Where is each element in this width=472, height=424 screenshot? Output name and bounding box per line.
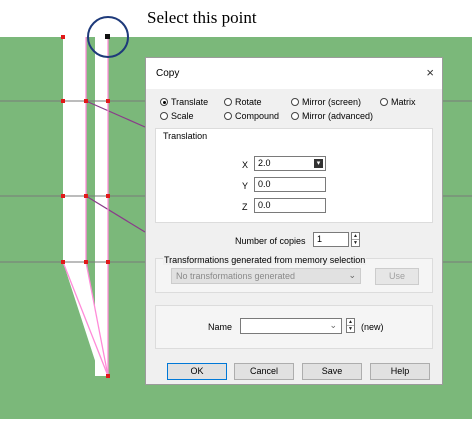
dialog-title: Copy bbox=[156, 68, 180, 79]
memory-select[interactable]: No transformations generated ⌄ bbox=[171, 268, 361, 284]
y-value: 0.0 bbox=[258, 179, 271, 189]
save-button[interactable]: Save bbox=[302, 363, 362, 380]
node-point[interactable] bbox=[106, 374, 110, 378]
name-label: Name bbox=[208, 322, 233, 332]
z-input[interactable]: 0.0 bbox=[254, 198, 326, 213]
radio-label: Translate bbox=[171, 97, 209, 107]
radio-indicator[interactable] bbox=[224, 112, 232, 120]
radio-rotate[interactable]: Rotate bbox=[224, 97, 262, 107]
radio-label: Scale bbox=[171, 111, 194, 121]
ok-button[interactable]: OK bbox=[167, 363, 227, 380]
help-button[interactable]: Help bbox=[370, 363, 430, 380]
copy-dialog: Copy × Translate Rotate Mirror (screen) … bbox=[145, 57, 443, 385]
node-point[interactable] bbox=[61, 260, 65, 264]
radio-indicator[interactable] bbox=[160, 112, 168, 120]
radio-scale[interactable]: Scale bbox=[160, 111, 194, 121]
node-point[interactable] bbox=[106, 194, 110, 198]
copies-input[interactable]: 1 bbox=[313, 232, 349, 247]
radio-label: Mirror (screen) bbox=[302, 97, 362, 107]
memory-label: Transformations generated from memory se… bbox=[163, 255, 367, 265]
node-point[interactable] bbox=[61, 35, 65, 39]
radio-indicator[interactable] bbox=[160, 98, 168, 106]
node-point[interactable] bbox=[106, 99, 110, 103]
selected-node-point[interactable] bbox=[105, 34, 110, 39]
name-suffix: (new) bbox=[361, 322, 384, 332]
name-stepper[interactable]: ▲ ▼ bbox=[346, 318, 355, 333]
radio-label: Rotate bbox=[235, 97, 262, 107]
radio-mirror-screen[interactable]: Mirror (screen) bbox=[291, 97, 361, 107]
radio-label: Compound bbox=[235, 111, 280, 121]
radio-translate[interactable]: Translate bbox=[160, 97, 208, 107]
translation-label: Translation bbox=[163, 131, 208, 141]
copies-value: 1 bbox=[317, 234, 323, 244]
spin-down-icon[interactable]: ▼ bbox=[352, 239, 359, 246]
radio-indicator[interactable] bbox=[380, 98, 388, 106]
y-input[interactable]: 0.0 bbox=[254, 177, 326, 192]
chevron-down-icon: ⌄ bbox=[348, 270, 356, 280]
radio-indicator[interactable] bbox=[224, 98, 232, 106]
x-input[interactable]: 2.0 ▾ bbox=[254, 156, 326, 171]
name-select[interactable]: ⌄ bbox=[240, 318, 342, 334]
radio-indicator[interactable] bbox=[291, 112, 299, 120]
use-button[interactable]: Use bbox=[375, 268, 419, 285]
memory-select-value: No transformations generated bbox=[176, 271, 296, 281]
node-point[interactable] bbox=[61, 194, 65, 198]
copies-stepper[interactable]: ▲ ▼ bbox=[351, 232, 360, 247]
close-icon[interactable]: × bbox=[426, 65, 434, 80]
node-point[interactable] bbox=[61, 99, 65, 103]
spin-down-icon[interactable]: ▼ bbox=[347, 325, 354, 332]
node-point[interactable] bbox=[84, 260, 88, 264]
node-point[interactable] bbox=[84, 194, 88, 198]
dialog-titlebar: Copy × bbox=[146, 58, 442, 89]
node-point[interactable] bbox=[84, 99, 88, 103]
radio-label: Mirror (advanced) bbox=[302, 111, 374, 121]
cancel-button[interactable]: Cancel bbox=[234, 363, 294, 380]
y-label: Y bbox=[242, 181, 249, 191]
copies-label: Number of copies bbox=[235, 236, 306, 246]
z-label: Z bbox=[242, 202, 248, 212]
x-value: 2.0 bbox=[258, 158, 271, 168]
white-strip-left bbox=[63, 37, 86, 262]
radio-matrix[interactable]: Matrix bbox=[380, 97, 416, 107]
chevron-down-icon: ⌄ bbox=[329, 320, 337, 330]
x-label: X bbox=[242, 160, 249, 170]
radio-compound[interactable]: Compound bbox=[224, 111, 279, 121]
node-point[interactable] bbox=[106, 260, 110, 264]
radio-label: Matrix bbox=[391, 97, 416, 107]
pick-point-icon[interactable]: ▾ bbox=[314, 159, 323, 168]
radio-mirror-advanced[interactable]: Mirror (advanced) bbox=[291, 111, 373, 121]
radio-indicator[interactable] bbox=[291, 98, 299, 106]
annotation-text: Select this point bbox=[147, 8, 257, 27]
z-value: 0.0 bbox=[258, 200, 271, 210]
